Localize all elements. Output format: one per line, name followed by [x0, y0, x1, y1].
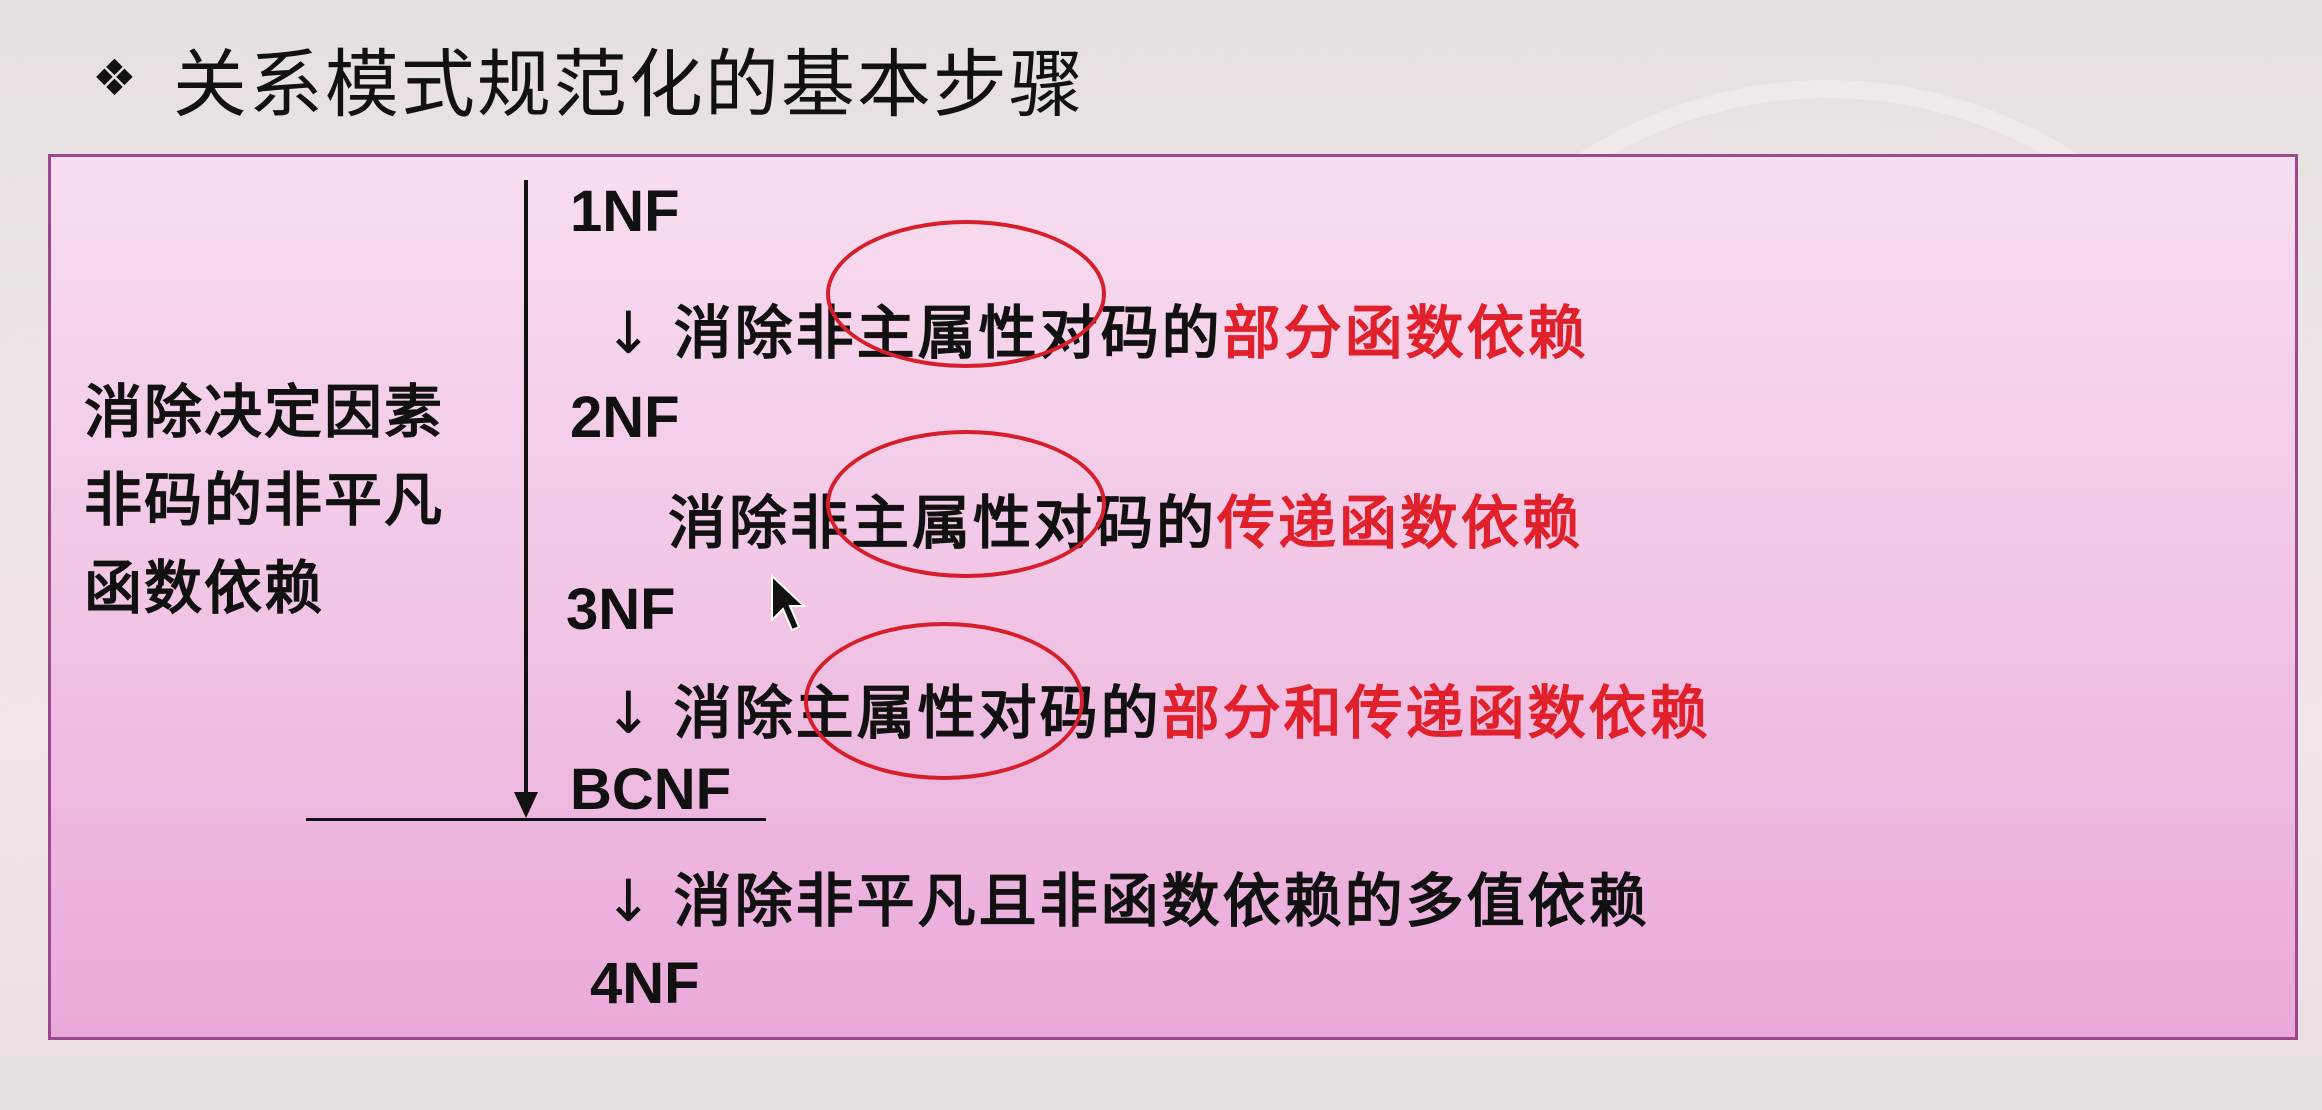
form-1nf: 1NF: [570, 179, 680, 244]
slide-title: ❖ 关系模式规范化的基本步骤: [92, 28, 1085, 128]
left-label: 消除决定因素 非码的非平凡 函数依赖: [84, 368, 444, 632]
form-2nf: 2NF: [570, 385, 680, 450]
annotation-circle-1: [826, 220, 1106, 368]
left-label-line: 非码的非平凡: [84, 466, 445, 534]
left-label-line: 消除决定因素: [84, 378, 445, 446]
left-label-line: 函数依赖: [84, 554, 325, 622]
form-4nf: 4NF: [590, 951, 700, 1016]
vertical-arrow-line: [524, 180, 528, 800]
step-2nf-to-3nf: 消除非主属性对码的传递函数依赖: [668, 476, 1583, 560]
step-bcnf-to-4nf: ↓ 消除非平凡且非函数依赖的多值依赖: [604, 854, 1650, 938]
down-arrow-icon: ↓: [604, 867, 656, 935]
step-highlight: 传递函数依赖: [1217, 489, 1584, 557]
down-arrow-head-icon: [514, 792, 538, 818]
mouse-pointer-icon: [771, 574, 807, 632]
annotation-circle-2: [826, 430, 1106, 578]
slide-title-text: 关系模式规范化的基本步骤: [172, 41, 1085, 128]
down-arrow-icon: ↓: [604, 299, 656, 367]
annotation-circle-3: [804, 622, 1084, 780]
step-highlight: 部分函数依赖: [1222, 299, 1589, 367]
down-arrow-icon: ↓: [604, 679, 656, 747]
step-highlight: 部分和传递函数依赖: [1161, 679, 1711, 747]
step-text: 消除非平凡且非函数依赖的多值依赖: [673, 867, 1650, 935]
form-3nf: 3NF: [566, 577, 676, 642]
step-3nf-to-bcnf: ↓ 消除主属性对码的部分和传递函数依赖: [604, 666, 1711, 750]
diamond-bullet-icon: ❖: [92, 49, 137, 107]
form-bcnf: BCNF: [570, 757, 732, 822]
